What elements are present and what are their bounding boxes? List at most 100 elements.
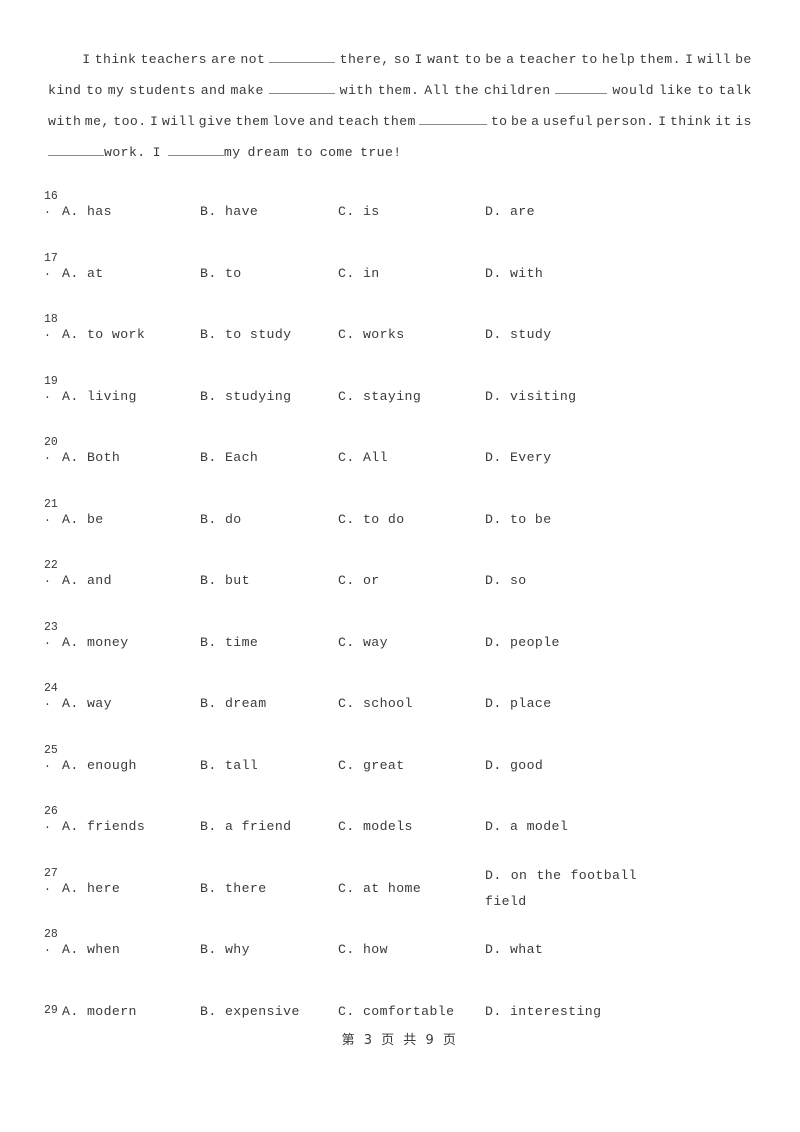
passage-word: children (484, 83, 551, 98)
passage-word: I (82, 52, 91, 67)
option-d[interactable]: D. place (485, 691, 552, 717)
question-number: 28. (44, 928, 64, 956)
passage-word: talk (718, 83, 752, 98)
question-number: 17. (44, 252, 64, 280)
option-c[interactable]: C. works (338, 322, 405, 348)
option-a[interactable]: A. to work (62, 322, 145, 348)
option-d[interactable]: D. are (485, 199, 535, 225)
option-a[interactable]: A. when (62, 937, 120, 963)
option-d[interactable]: D. a model (485, 814, 568, 840)
passage-word: there, (339, 52, 390, 67)
option-b[interactable]: B. to (200, 261, 242, 287)
option-c[interactable]: C. All (338, 445, 388, 471)
option-c[interactable]: C. staying (338, 384, 421, 410)
option-b[interactable]: B. there (200, 876, 267, 902)
question-row: 17. A. at B. to C. in D. with (44, 252, 756, 314)
option-b[interactable]: B. why (200, 937, 250, 963)
question-row: 18. A. to work B. to study C. works D. study (44, 313, 756, 375)
option-b[interactable]: B. a friend (200, 814, 291, 840)
answer-blank[interactable] (268, 81, 335, 94)
option-group: A. and B. but C. or D. so (62, 568, 756, 620)
passage-word: to (696, 83, 714, 98)
option-d[interactable]: D. people (485, 630, 560, 656)
option-d[interactable]: D. interesting (485, 999, 601, 1025)
question-number-value: 25 (44, 743, 58, 757)
option-c[interactable]: C. is (338, 199, 380, 225)
option-b[interactable]: B. have (200, 199, 258, 225)
option-a[interactable]: A. modern (62, 999, 137, 1025)
option-d[interactable]: D. study (485, 322, 552, 348)
option-a[interactable]: A. money (62, 630, 129, 656)
option-word: D. (485, 867, 502, 883)
option-d[interactable]: D. on the football field (485, 863, 637, 915)
option-c[interactable]: C. school (338, 691, 413, 717)
option-a[interactable]: A. living (62, 384, 137, 410)
passage-word: a (531, 114, 540, 129)
option-d[interactable]: D. good (485, 753, 543, 779)
option-a[interactable]: A. at (62, 261, 104, 287)
question-number-period: . (44, 204, 51, 217)
option-c[interactable]: C. at home (338, 876, 421, 902)
question-number: 21. (44, 498, 64, 526)
passage-word: work. (104, 145, 146, 160)
option-a[interactable]: A. enough (62, 753, 137, 779)
question-row: 22. A. and B. but C. or D. so (44, 559, 756, 621)
passage-word: them (382, 114, 416, 129)
question-number-value: 21 (44, 497, 58, 511)
question-number: 29 (44, 1004, 64, 1018)
passage-word: be (511, 114, 528, 129)
passage-word: teacher (518, 52, 577, 67)
option-b[interactable]: B. but (200, 568, 250, 594)
option-c[interactable]: C. or (338, 568, 380, 594)
passage-word: me, (84, 114, 110, 129)
answer-blank[interactable] (555, 81, 608, 94)
passage-word: students (129, 83, 196, 98)
option-d[interactable]: D. to be (485, 507, 552, 533)
option-a[interactable]: A. way (62, 691, 112, 717)
option-b[interactable]: B. Each (200, 445, 258, 471)
option-c[interactable]: C. to do (338, 507, 405, 533)
passage-word: want (427, 52, 461, 67)
question-row: 28. A. when B. why C. how D. what (44, 928, 756, 990)
question-number: 22. (44, 559, 64, 587)
option-a[interactable]: A. Both (62, 445, 120, 471)
option-a[interactable]: A. and (62, 568, 112, 594)
option-b[interactable]: B. time (200, 630, 258, 656)
question-number: 26. (44, 805, 64, 833)
option-d[interactable]: D. Every (485, 445, 552, 471)
option-c[interactable]: C. way (338, 630, 388, 656)
option-c[interactable]: C. in (338, 261, 380, 287)
option-b[interactable]: B. do (200, 507, 242, 533)
option-b[interactable]: B. studying (200, 384, 291, 410)
option-d[interactable]: D. with (485, 261, 543, 287)
option-b[interactable]: B. to study (200, 322, 291, 348)
question-number: 19. (44, 375, 64, 403)
option-a[interactable]: A. be (62, 507, 104, 533)
answer-blank[interactable] (419, 112, 488, 125)
passage-word: to (490, 114, 508, 129)
passage-word: the (454, 83, 480, 98)
option-d[interactable]: D. so (485, 568, 527, 594)
option-a[interactable]: A. has (62, 199, 112, 225)
option-a[interactable]: A. friends (62, 814, 145, 840)
option-b[interactable]: B. tall (200, 753, 258, 779)
option-c[interactable]: C. how (338, 937, 388, 963)
option-c[interactable]: C. comfortable (338, 999, 454, 1025)
option-c[interactable]: C. great (338, 753, 405, 779)
option-b[interactable]: B. expensive (200, 999, 300, 1025)
passage-line: kind to my students and make with them. All the ch… (48, 81, 752, 112)
option-group: A. way B. dream C. school D. place (62, 691, 756, 743)
answer-blank[interactable] (48, 143, 104, 156)
option-d[interactable]: D. what (485, 937, 543, 963)
option-c[interactable]: C. models (338, 814, 413, 840)
passage-word: be (735, 52, 752, 67)
option-a[interactable]: A. here (62, 876, 120, 902)
option-group: A. to work B. to study C. works D. study (62, 322, 756, 374)
answer-blank[interactable] (269, 50, 336, 63)
option-d[interactable]: D. visiting (485, 384, 576, 410)
answer-blank[interactable] (167, 143, 224, 156)
passage-word: be (485, 52, 502, 67)
question-number-period: . (44, 634, 51, 648)
passage-word: will (697, 52, 731, 67)
option-b[interactable]: B. dream (200, 691, 267, 717)
